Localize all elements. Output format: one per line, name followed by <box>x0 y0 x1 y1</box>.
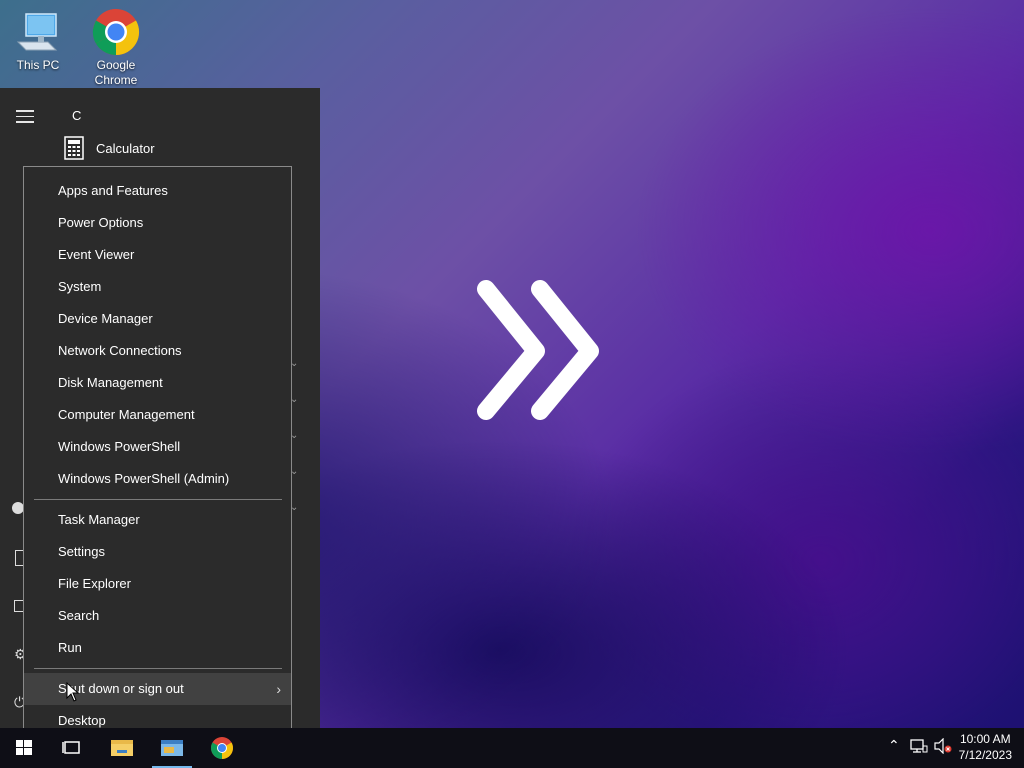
file-explorer-icon <box>111 740 133 756</box>
menu-item-disk-management[interactable]: Disk Management <box>24 367 291 399</box>
menu-item-computer-management[interactable]: Computer Management <box>24 399 291 431</box>
desktop-icon-this-pc[interactable]: This PC <box>0 8 76 73</box>
menu-item-settings[interactable]: Settings <box>24 536 291 568</box>
network-icon[interactable] <box>910 738 928 757</box>
hamburger-menu-icon[interactable] <box>16 110 34 127</box>
chrome-icon <box>211 737 233 759</box>
calculator-icon <box>64 136 86 160</box>
menu-item-task-manager[interactable]: Task Manager <box>24 504 291 536</box>
active-app-taskbar-button[interactable] <box>148 728 196 768</box>
active-app-icon <box>161 740 183 756</box>
desktop-icon-chrome[interactable]: Google Chrome <box>78 8 154 88</box>
chrome-icon <box>92 8 140 56</box>
desktop-icon-label: This PC <box>16 58 60 72</box>
menu-item-apps-and-features[interactable]: Apps and Features <box>24 175 291 207</box>
desktop-icon-label-line2: Chrome <box>94 73 138 87</box>
menu-item-shut-down-or-sign-out[interactable]: Shut down or sign out › <box>24 673 291 705</box>
power-user-context-menu: Apps and Features Power Options Event Vi… <box>23 166 292 745</box>
menu-item-system[interactable]: System <box>24 271 291 303</box>
wallpaper-chevron-logo <box>470 275 610 430</box>
file-explorer-taskbar-button[interactable] <box>98 728 146 768</box>
computer-icon <box>14 8 62 56</box>
menu-item-windows-powershell[interactable]: Windows PowerShell <box>24 431 291 463</box>
chevron-right-icon: › <box>276 681 281 697</box>
menu-separator <box>34 499 282 500</box>
menu-item-event-viewer[interactable]: Event Viewer <box>24 239 291 271</box>
menu-item-device-manager[interactable]: Device Manager <box>24 303 291 335</box>
menu-item-file-explorer[interactable]: File Explorer <box>24 568 291 600</box>
chrome-taskbar-button[interactable] <box>198 728 246 768</box>
app-list-item-calculator[interactable]: Calculator <box>64 136 155 160</box>
taskbar: ⌃ 10:00 AM 7/12/2023 <box>0 728 1024 768</box>
app-list-section-letter[interactable]: C <box>72 108 81 123</box>
menu-item-network-connections[interactable]: Network Connections <box>24 335 291 367</box>
menu-item-search[interactable]: Search <box>24 600 291 632</box>
menu-item-run[interactable]: Run <box>24 632 291 664</box>
clock-date: 7/12/2023 <box>958 748 1012 762</box>
taskbar-clock[interactable]: 10:00 AM 7/12/2023 <box>959 731 1012 763</box>
mouse-cursor-icon <box>66 681 80 707</box>
show-hidden-icons-chevron-icon[interactable]: ⌃ <box>888 737 900 754</box>
menu-separator <box>34 668 282 669</box>
clock-time: 10:00 AM <box>959 732 1011 746</box>
menu-item-power-options[interactable]: Power Options <box>24 207 291 239</box>
volume-muted-icon[interactable] <box>934 737 952 757</box>
start-button[interactable] <box>0 728 48 768</box>
app-list-item-label: Calculator <box>96 140 155 156</box>
windows-logo-icon <box>16 740 32 755</box>
task-view-icon <box>62 741 80 754</box>
desktop-icon-label-line1: Google <box>96 58 136 72</box>
task-view-button[interactable] <box>48 728 96 768</box>
menu-item-windows-powershell-admin[interactable]: Windows PowerShell (Admin) <box>24 463 291 495</box>
